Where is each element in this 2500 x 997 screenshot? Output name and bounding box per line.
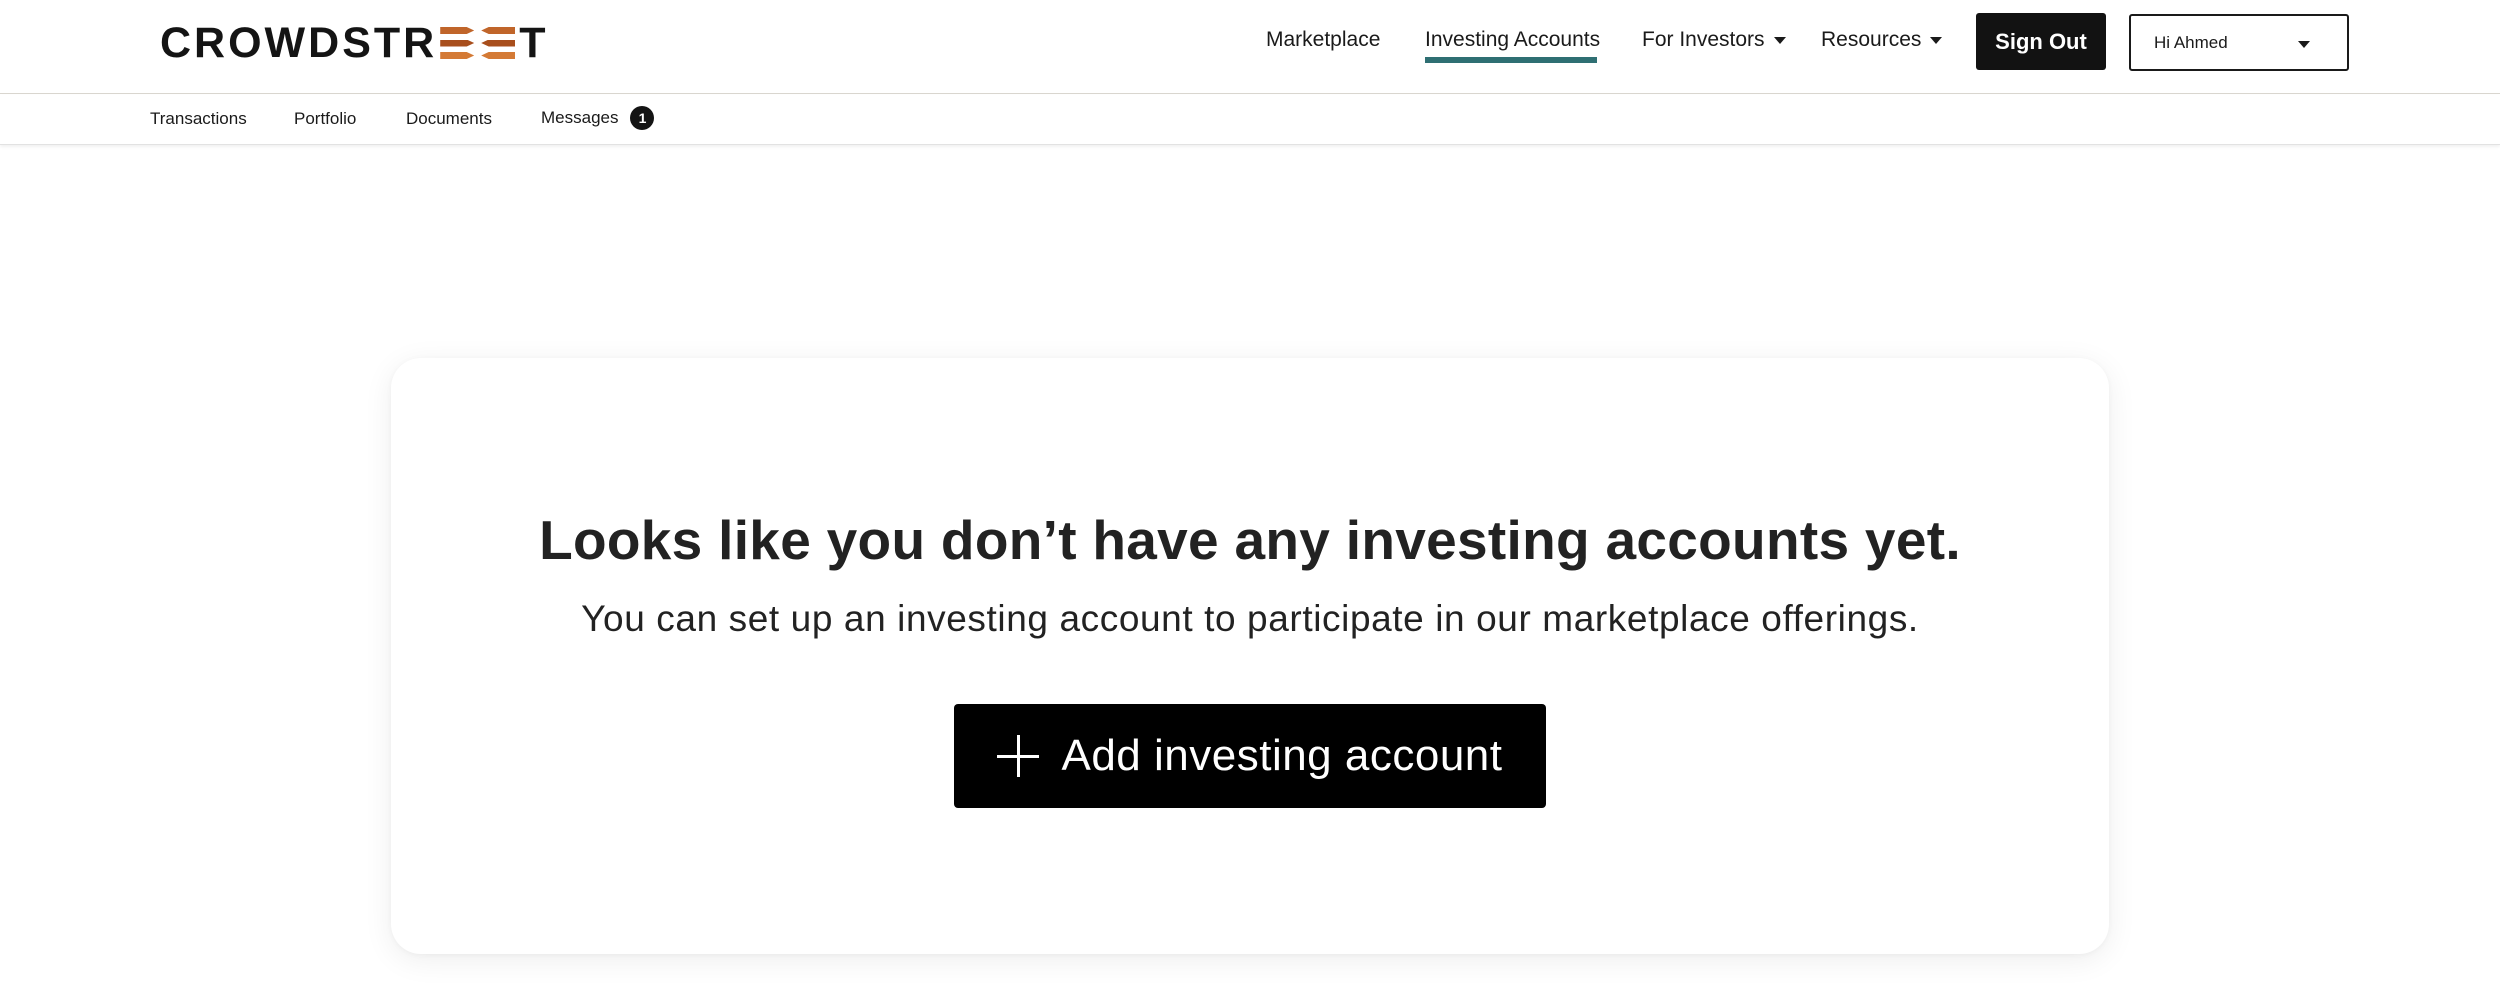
sign-out-button[interactable]: Sign Out bbox=[1976, 13, 2106, 70]
caret-down-icon bbox=[1773, 37, 1786, 44]
subnav-portfolio[interactable]: Portfolio bbox=[294, 109, 356, 129]
logo-e-mark-right bbox=[481, 27, 516, 59]
nav-marketplace[interactable]: Marketplace bbox=[1266, 28, 1380, 52]
empty-state-subtitle: You can set up an investing account to p… bbox=[581, 598, 1919, 639]
logo-e-mark-left bbox=[440, 27, 475, 59]
logo-text-right: T bbox=[519, 18, 549, 67]
sign-out-label: Sign Out bbox=[1995, 28, 2087, 54]
logo-text-left: CROWDSTR bbox=[160, 18, 438, 67]
nav-investing-accounts-label: Investing Accounts bbox=[1425, 28, 1601, 51]
caret-down-icon bbox=[2298, 41, 2310, 48]
subnav-transactions[interactable]: Transactions bbox=[150, 109, 247, 129]
sub-nav: Transactions Portfolio Documents Message… bbox=[0, 95, 2500, 145]
add-investing-account-label: Add investing account bbox=[1061, 731, 1503, 780]
user-menu-dropdown[interactable]: Hi Ahmed bbox=[2129, 14, 2349, 71]
crowdstreet-logo[interactable]: CROWDSTR T bbox=[160, 18, 548, 68]
top-header: CROWDSTR T Marketplace Investing Account… bbox=[0, 0, 2500, 94]
add-investing-account-button[interactable]: Add investing account bbox=[954, 704, 1546, 808]
nav-resources[interactable]: Resources bbox=[1821, 28, 1943, 52]
subnav-messages[interactable]: Messages 1 bbox=[541, 106, 655, 130]
subnav-transactions-label: Transactions bbox=[150, 109, 247, 128]
messages-count-badge: 1 bbox=[630, 106, 655, 130]
nav-for-investors[interactable]: For Investors bbox=[1642, 28, 1786, 52]
subnav-documents[interactable]: Documents bbox=[406, 109, 492, 129]
active-nav-indicator bbox=[1425, 57, 1597, 63]
subnav-portfolio-label: Portfolio bbox=[294, 109, 357, 128]
empty-state-card: Looks like you don’t have any investing … bbox=[391, 358, 2109, 954]
nav-for-investors-label: For Investors bbox=[1642, 28, 1765, 51]
caret-down-icon bbox=[1930, 37, 1943, 44]
user-greeting: Hi Ahmed bbox=[2154, 32, 2228, 52]
nav-marketplace-label: Marketplace bbox=[1266, 28, 1381, 51]
subnav-messages-label: Messages bbox=[541, 108, 619, 127]
plus-icon bbox=[997, 735, 1040, 777]
nav-investing-accounts[interactable]: Investing Accounts bbox=[1425, 28, 1600, 52]
empty-state-title: Looks like you don’t have any investing … bbox=[539, 509, 1961, 571]
nav-resources-label: Resources bbox=[1821, 28, 1922, 51]
subnav-documents-label: Documents bbox=[406, 109, 492, 128]
